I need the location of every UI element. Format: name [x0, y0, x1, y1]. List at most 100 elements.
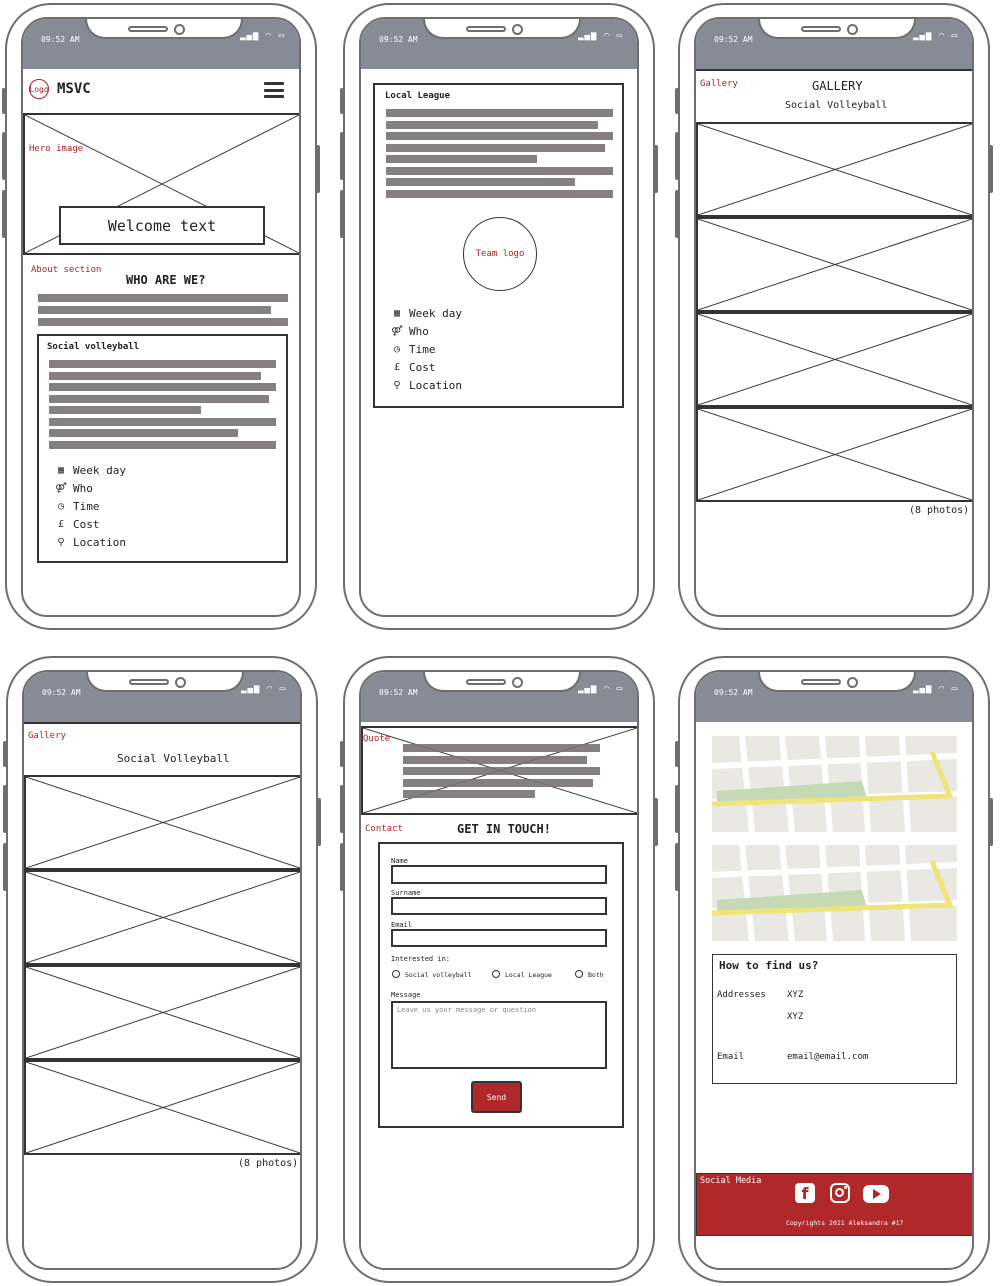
info-who: ⚤ Who: [391, 325, 429, 338]
email-value[interactable]: email@email.com: [787, 1052, 868, 1062]
email-label: Email: [717, 1052, 745, 1062]
about-title: WHO ARE WE?: [126, 273, 206, 287]
address-line-1: XYZ: [787, 990, 804, 1000]
signal-wifi-battery-icon: ▂▄▆ ◠ ▭: [913, 31, 958, 41]
clock-icon: ◷: [57, 501, 65, 512]
copyright: Copyrights 2021 Aleksandra #17: [786, 1219, 904, 1227]
contact-label: Contact: [365, 824, 403, 834]
gallery-photo-placeholder[interactable]: [696, 407, 972, 502]
logo-circle[interactable]: Logo: [29, 79, 49, 99]
interested-label: Interested in:: [391, 955, 451, 963]
gallery-photo-placeholder[interactable]: [696, 312, 972, 407]
info-cost: £ Cost: [55, 518, 100, 531]
map-image[interactable]: [712, 736, 957, 832]
email-field[interactable]: [391, 929, 607, 947]
hero-image-label: Hero image: [29, 144, 84, 154]
status-time: 09:52 AM: [42, 688, 81, 697]
radio-local-league[interactable]: [492, 970, 500, 978]
gallery-subtitle: Social Volleyball: [785, 100, 888, 111]
addresses-label: Addresses: [717, 990, 766, 1000]
gallery-subtitle: Social Volleyball: [117, 752, 230, 765]
footer: Social Media f Copyrights 2021 Aleksandr…: [696, 1173, 972, 1236]
hamburger-icon[interactable]: [264, 82, 284, 98]
info-who: ⚤ Who: [55, 482, 93, 495]
option-social-volleyball: Social volleyball: [405, 971, 472, 979]
gallery-label: Gallery: [28, 731, 66, 741]
team-logo-circle: Team logo: [463, 217, 537, 291]
info-time: ◷ Time: [55, 500, 100, 513]
pound-icon: £: [393, 362, 401, 373]
status-time: 09:52 AM: [714, 688, 753, 697]
calendar-icon: ▦: [393, 308, 401, 319]
youtube-icon[interactable]: [863, 1185, 889, 1203]
info-location: ⚲ Location: [55, 536, 126, 549]
radio-social-volleyball[interactable]: [392, 970, 400, 978]
gallery-photo-placeholder[interactable]: [24, 870, 300, 965]
instagram-icon[interactable]: [830, 1183, 850, 1203]
gallery-photo-placeholder[interactable]: [24, 1060, 300, 1155]
contact-title: GET IN TOUCH!: [457, 822, 551, 836]
status-time: 09:52 AM: [41, 35, 80, 44]
gallery-photo-placeholder[interactable]: [696, 122, 972, 217]
brand-name: MSVC: [57, 81, 91, 97]
social-media-label: Social Media: [700, 1176, 762, 1186]
map-pin-icon: ⚲: [57, 537, 65, 548]
message-label: Message: [391, 991, 421, 999]
gallery-label: Gallery: [700, 79, 738, 89]
photo-count: (8 photos): [909, 505, 970, 516]
gender-icon: ⚤: [391, 326, 403, 337]
phone-mockup-location: 09:52 AM ▂▄▆ ◠ ▭ How to find us? Address…: [675, 656, 993, 1283]
signal-wifi-battery-icon: ▂▄▆ ◠ ▭: [913, 684, 958, 694]
phone-mockup-gallery-2: 09:52 AM ▂▄▆ ◠ ▭ Gallery Social Volleyba…: [3, 656, 321, 1283]
signal-wifi-battery-icon: ▂▄▆ ◠ ▭: [241, 684, 286, 694]
pound-icon: £: [57, 519, 65, 530]
name-label: Name: [391, 857, 408, 865]
send-label: Send: [486, 1092, 507, 1102]
info-week-day: ▦ Week day: [55, 464, 126, 477]
gallery-photo-placeholder[interactable]: [24, 965, 300, 1060]
gallery-photo-placeholder[interactable]: [24, 775, 300, 870]
phone-mockup-home: 09:52 AM ▂▄▆ ◠ ▭ Logo MSVC Hero image We…: [2, 3, 320, 630]
welcome-text-box: Welcome text: [59, 206, 265, 245]
name-field[interactable]: [391, 865, 607, 884]
surname-field[interactable]: [391, 897, 607, 915]
about-section-label: About section: [31, 265, 102, 275]
signal-wifi-battery-icon: ▂▄▆ ◠ ▭: [578, 684, 623, 694]
photo-count: (8 photos): [238, 1158, 299, 1169]
surname-label: Surname: [391, 889, 421, 897]
quote-label: Quote: [363, 734, 391, 744]
gallery-photo-placeholder[interactable]: [696, 217, 972, 312]
option-both: Both: [588, 971, 604, 979]
welcome-text: Welcome text: [107, 216, 217, 235]
clock-icon: ◷: [393, 344, 401, 355]
phone-mockup-contact: 09:52 AM ▂▄▆ ◠ ▭ Quote Contact GET IN TO…: [340, 656, 658, 1283]
find-us-card: How to find us? Addresses XYZ XYZ Email …: [712, 954, 957, 1084]
info-time: ◷ Time: [391, 343, 436, 356]
send-button[interactable]: Send: [471, 1081, 522, 1113]
logo-label: Logo: [29, 84, 49, 94]
calendar-icon: ▦: [57, 465, 65, 476]
find-us-title: How to find us?: [719, 959, 819, 972]
social-volleyball-card: Social volleyball ▦ Week day ⚤ Who ◷ Time £…: [37, 334, 288, 563]
signal-wifi-battery-icon: ▂▄▆ ◠ ▭: [240, 31, 285, 41]
facebook-icon[interactable]: f: [795, 1183, 815, 1203]
card-title: Social volleyball: [47, 342, 140, 352]
map-image[interactable]: [712, 845, 957, 941]
contact-form: Name Surname Email Interested in: Social…: [378, 842, 624, 1128]
radio-both[interactable]: [575, 970, 583, 978]
map-pin-icon: ⚲: [393, 380, 401, 391]
phone-mockup-gallery: 09:52 AM ▂▄▆ ◠ ▭ Gallery GALLERY Social …: [675, 3, 993, 630]
quote-placeholder: [361, 726, 637, 815]
status-time: 09:52 AM: [714, 35, 753, 44]
phone-mockup-league: 09:52 AM ▂▄▆ ◠ ▭ Local League Team logo …: [340, 3, 658, 630]
gallery-title: GALLERY: [812, 79, 863, 93]
address-line-2: XYZ: [787, 1012, 804, 1022]
signal-wifi-battery-icon: ▂▄▆ ◠ ▭: [578, 31, 623, 41]
local-league-card: Local League Team logo ▦ Week day ⚤ Who ◷ T…: [373, 83, 624, 408]
status-time: 09:52 AM: [379, 688, 418, 697]
gender-icon: ⚤: [55, 483, 67, 494]
card-title: Local League: [385, 91, 451, 101]
message-textarea[interactable]: Leave us your message or question: [391, 1001, 607, 1069]
info-location: ⚲ Location: [391, 379, 462, 392]
status-time: 09:52 AM: [379, 35, 418, 44]
